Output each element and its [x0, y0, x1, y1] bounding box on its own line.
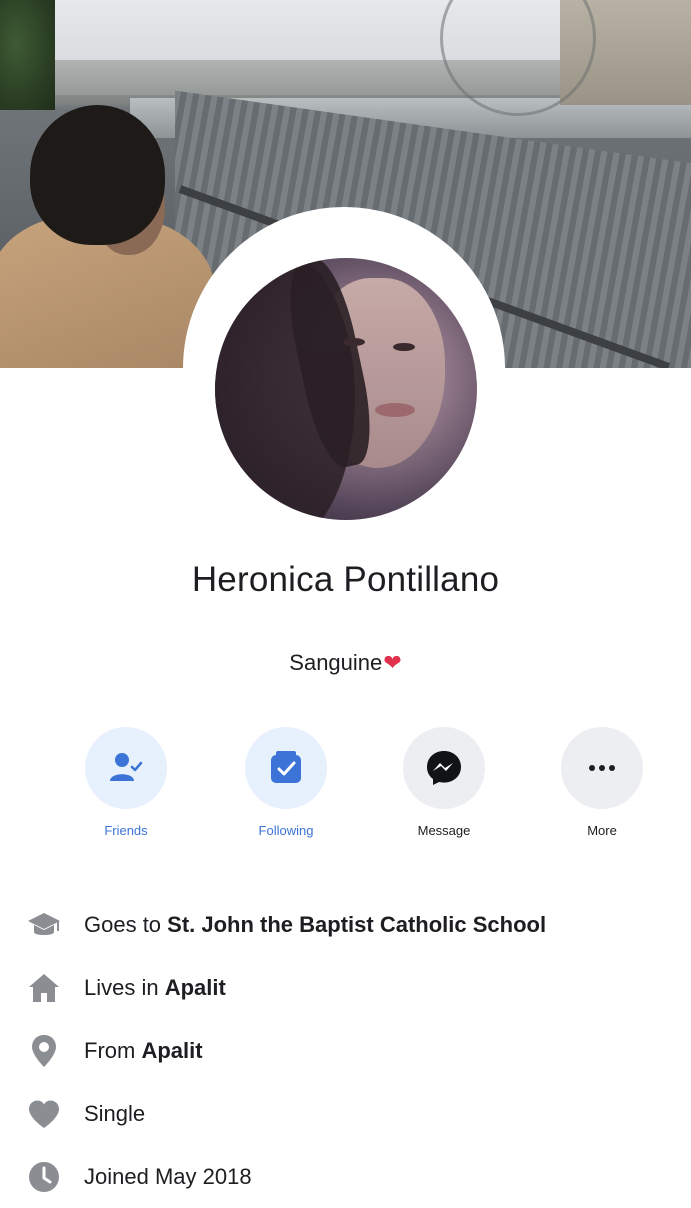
profile-actions: Friends Following Message More [66, 727, 643, 847]
avatar-lips [375, 403, 415, 417]
friends-button-circle[interactable] [85, 727, 167, 809]
intro-lives-text: Lives in Apalit [84, 975, 226, 1001]
from-prefix: From [84, 1037, 142, 1063]
messenger-icon [427, 751, 461, 785]
intro-lives-row: Lives in Apalit [24, 956, 684, 1019]
avatar-eye [393, 343, 415, 351]
profile-avatar[interactable] [215, 258, 477, 520]
bio-text: Sanguine [289, 650, 383, 675]
following-button-circle[interactable] [245, 727, 327, 809]
intro-joined-row: Joined May 2018 [24, 1145, 684, 1208]
following-icon [271, 751, 301, 783]
cover-person-hair [30, 105, 165, 245]
intro-relationship-text: Single [84, 1100, 146, 1126]
education-prefix: Goes to [84, 911, 168, 937]
intro-from-row: From Apalit [24, 1019, 684, 1082]
intro-joined-text: Joined May 2018 [84, 1163, 252, 1189]
friends-icon [110, 753, 143, 781]
friends-button[interactable]: Friends [66, 727, 186, 838]
heart-icon [24, 1094, 64, 1134]
more-label: More [587, 823, 617, 838]
graduation-cap-icon [24, 905, 64, 945]
intro-relationship-row: Single [24, 1082, 684, 1145]
message-button-circle[interactable] [403, 727, 485, 809]
message-label: Message [417, 823, 471, 838]
lives-prefix: Lives in [84, 974, 165, 1000]
following-label: Following [258, 823, 314, 838]
friends-label: Friends [104, 823, 148, 838]
home-icon [24, 968, 64, 1008]
profile-name: Heronica Pontillano [191, 560, 500, 599]
more-button[interactable]: More [542, 727, 662, 838]
heart-emoji-icon: ❤ [383, 650, 402, 675]
lives-city-link[interactable]: Apalit [165, 975, 226, 1000]
avatar-eye [343, 338, 365, 346]
intro-from-text: From Apalit [84, 1038, 203, 1064]
more-button-circle[interactable] [561, 727, 643, 809]
following-button[interactable]: Following [226, 727, 346, 838]
from-city-link[interactable]: Apalit [141, 1038, 202, 1063]
intro-section: Goes to St. John the Baptist Catholic Sc… [24, 893, 684, 1208]
intro-education-row: Goes to St. John the Baptist Catholic Sc… [24, 893, 684, 956]
location-pin-icon [24, 1031, 64, 1071]
education-school-link[interactable]: St. John the Baptist Catholic School [167, 912, 546, 937]
cover-tree [0, 0, 55, 110]
clock-icon [24, 1157, 64, 1197]
more-icon [589, 765, 615, 771]
message-button[interactable]: Message [384, 727, 504, 838]
profile-bio: Sanguine❤ [0, 650, 691, 676]
intro-education-text: Goes to St. John the Baptist Catholic Sc… [84, 912, 546, 938]
